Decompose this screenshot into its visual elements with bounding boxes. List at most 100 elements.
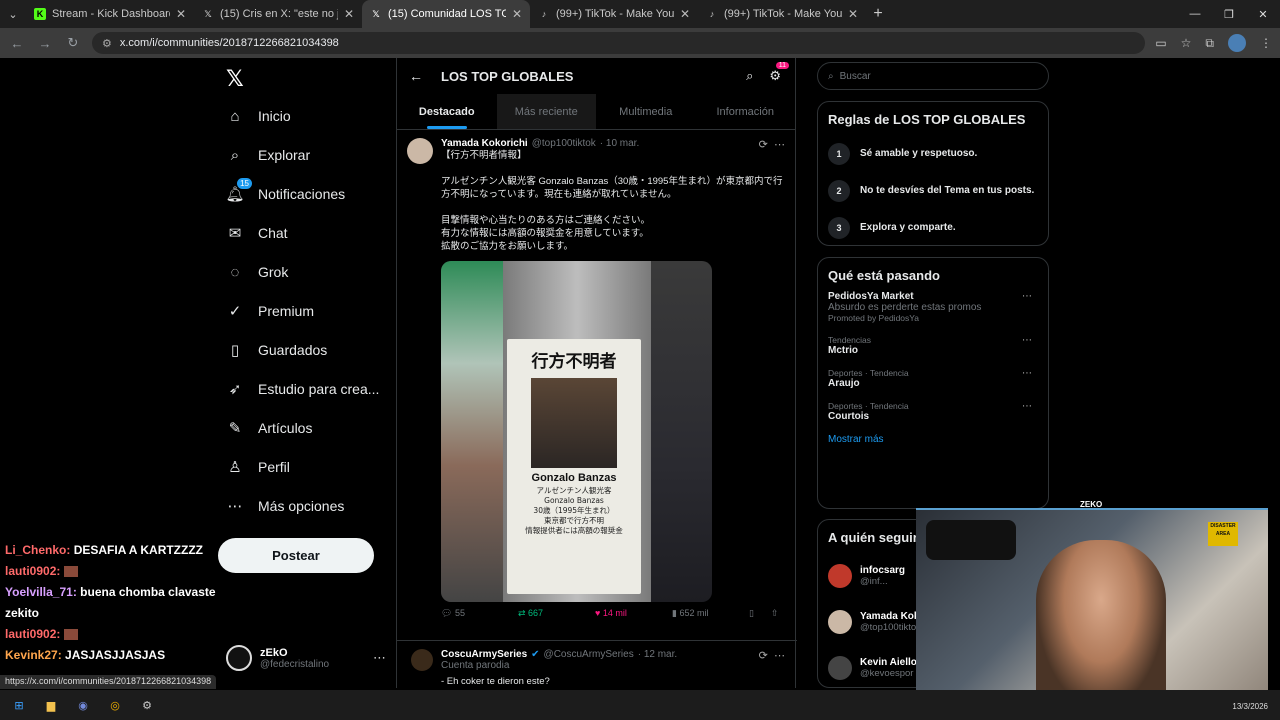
restore-icon[interactable]: ❐: [1212, 0, 1246, 28]
microphone-arm: [926, 520, 1016, 560]
forward-icon[interactable]: →: [36, 36, 54, 51]
post-button[interactable]: Postear: [218, 538, 374, 573]
url-input[interactable]: ⚙ x.com/i/communities/201871226682103439…: [92, 32, 1146, 54]
back-arrow-icon[interactable]: ←: [409, 68, 423, 84]
avatar[interactable]: [411, 649, 433, 671]
bell-icon: 🔔︎ 15: [225, 178, 252, 203]
close-tab-icon[interactable]: ✕: [680, 7, 690, 21]
avatar: [828, 564, 852, 588]
trend-item[interactable]: Deportes · Tendencia Araujo ⋯: [828, 368, 1038, 389]
browser-tabbar: ⌄ K Stream - Kick Dashboard ✕ 𝕏 (15) Cri…: [0, 0, 1280, 28]
more-icon[interactable]: ⋯: [1022, 368, 1032, 379]
disaster-area-sign: DISASTER AREA: [1208, 522, 1238, 546]
more-icon[interactable]: ⋯: [1022, 335, 1032, 346]
nav-item-premium[interactable]: ✓ Premium: [226, 296, 314, 326]
reload-icon[interactable]: ↻: [64, 35, 82, 51]
close-tab-icon[interactable]: ✕: [512, 7, 522, 21]
post-card[interactable]: Yamada Kokorichi @top100tiktok · 10 mar.…: [397, 130, 797, 610]
tab-search-icon[interactable]: ⌄: [0, 0, 26, 28]
bookmark-icon[interactable]: ▯: [749, 608, 771, 619]
nav-item-mas-opciones[interactable]: ⋯ Más opciones: [226, 491, 345, 521]
account-switcher[interactable]: zEkO @fedecristalino ⋯: [226, 638, 386, 678]
site-info-icon[interactable]: ⚙: [102, 37, 112, 50]
show-more-link[interactable]: Mostrar más: [828, 434, 1038, 445]
webcam-overlay: DISASTER AREA: [916, 508, 1268, 708]
close-tab-icon[interactable]: ✕: [176, 7, 186, 21]
taskbar: ⊞ ▆ ◉ ◎ ⚙: [0, 690, 1280, 720]
tiktok-icon: ♪: [541, 9, 547, 19]
emote-icon: [63, 566, 78, 578]
browser-tab-1[interactable]: K Stream - Kick Dashboard ✕: [26, 0, 194, 28]
trend-item[interactable]: PedidosYa Market Absurdo es perderte est…: [828, 291, 1038, 323]
avatar: [828, 610, 852, 634]
rocket-icon: ➶: [228, 381, 242, 398]
browser-tab-5[interactable]: ♪ (99+) TikTok - Make Your Day ✕: [698, 0, 866, 28]
link-preview-status: https://x.com/i/communities/201871226682…: [0, 675, 217, 689]
close-window-icon[interactable]: ✕: [1246, 0, 1280, 28]
chrome-icon[interactable]: ◎: [106, 696, 124, 714]
article-icon: ✎: [228, 420, 242, 437]
like-button[interactable]: ♥ 14 mil: [595, 608, 672, 619]
nav-item-guardados[interactable]: ▯ Guardados: [226, 335, 327, 365]
chat-message: Kevink27: JASJASJJASJAS: [5, 648, 166, 662]
nav-item-inicio[interactable]: ⌂ Inicio: [226, 101, 290, 131]
nav-item-chat[interactable]: ✉ Chat: [226, 218, 288, 248]
discord-icon[interactable]: ◉: [74, 696, 92, 714]
trend-item[interactable]: Deportes · Tendencia Courtois ⋯: [828, 401, 1038, 422]
person-icon: ♙: [228, 459, 242, 476]
windows-start-icon[interactable]: ⊞: [10, 696, 28, 714]
tab-informacion[interactable]: Información: [696, 94, 796, 129]
avatar[interactable]: [407, 138, 433, 164]
post-more-icon[interactable]: ⟳ ⋯: [759, 649, 785, 662]
rule-item: 1 Sé amable y respetuoso.: [828, 135, 1038, 172]
more-icon[interactable]: ⋯: [373, 650, 386, 666]
x-logo-icon[interactable]: 𝕏: [226, 66, 244, 92]
chat-message: Yoelvilla_71: buena chomba clavaste zeki…: [5, 585, 216, 620]
browser-tab-2[interactable]: 𝕏 (15) Cris en X: "este no jode ma ✕: [194, 0, 362, 28]
back-icon[interactable]: ←: [8, 36, 26, 51]
community-settings-icon[interactable]: ⚙ 11: [769, 62, 789, 84]
post-image[interactable]: 行方不明者 Gonzalo Banzas アルゼンチン人観光客 Gonzalo …: [441, 261, 712, 602]
kick-icon: K: [34, 8, 46, 20]
nav-item-explorar[interactable]: ⌕ Explorar: [226, 140, 310, 170]
tab-destacado[interactable]: Destacado: [397, 94, 497, 129]
nav-item-perfil[interactable]: ♙ Perfil: [226, 452, 290, 482]
cast-icon[interactable]: ▭: [1155, 36, 1166, 50]
search-input[interactable]: ⌕ Buscar: [817, 62, 1049, 90]
nav-item-articulos[interactable]: ✎ Artículos: [226, 413, 313, 443]
verified-icon: ✔: [531, 649, 540, 660]
minimize-icon[interactable]: —: [1178, 0, 1212, 28]
window-controls: — ❐ ✕: [1178, 0, 1280, 28]
nav-item-notificaciones[interactable]: 🔔︎ 15 Notificaciones: [225, 178, 345, 209]
app-icon[interactable]: ⚙: [138, 696, 156, 714]
new-tab-button[interactable]: +: [866, 0, 890, 28]
browser-menu-icon[interactable]: ⋮: [1260, 36, 1272, 50]
post-more-icon[interactable]: ⟳ ⋯: [759, 138, 785, 151]
community-tabs: Destacado Más reciente Multimedia Inform…: [397, 94, 795, 130]
file-explorer-icon[interactable]: ▆: [42, 696, 60, 714]
bookmark-star-icon[interactable]: ☆: [1181, 36, 1192, 50]
profile-avatar[interactable]: [1228, 34, 1246, 52]
reply-button[interactable]: 💬︎ 55: [441, 608, 518, 619]
tab-multimedia[interactable]: Multimedia: [596, 94, 696, 129]
community-header: ← LOS TOP GLOBALES ⌕ ⚙ 11: [397, 58, 795, 94]
post-card[interactable]: CoscuArmySeries ✔ @CoscuArmySeries · 12 …: [397, 640, 797, 696]
home-icon: ⌂: [230, 107, 240, 125]
stream-chat-overlay: Li_Chenko: DESAFIA A KARTZZZZ lauti0902:…: [0, 540, 230, 666]
trend-item[interactable]: Tendencias Mctrio ⋯: [828, 335, 1038, 356]
tab-mas-reciente[interactable]: Más reciente: [496, 94, 596, 129]
nav-item-grok[interactable]: ◌ Grok: [226, 257, 289, 287]
close-tab-icon[interactable]: ✕: [848, 7, 858, 21]
more-icon[interactable]: ⋯: [1022, 401, 1032, 412]
repost-button[interactable]: ⇄ 667: [518, 608, 595, 619]
more-icon[interactable]: ⋯: [1022, 291, 1032, 302]
nav-item-estudio[interactable]: ➶ Estudio para crea...: [226, 374, 380, 404]
search-icon[interactable]: ⌕: [746, 68, 753, 84]
extensions-icon[interactable]: ⧉: [1205, 36, 1214, 51]
share-icon[interactable]: ⇧: [771, 608, 785, 619]
browser-tab-4[interactable]: ♪ (99+) TikTok - Make Your Day ✕: [530, 0, 698, 28]
close-tab-icon[interactable]: ✕: [344, 7, 354, 21]
browser-tab-3[interactable]: 𝕏 (15) Comunidad LOS TOP GLOB ✕: [362, 0, 530, 28]
views-button[interactable]: ▮ 652 mil: [672, 608, 749, 619]
x-logo-icon: 𝕏: [372, 8, 380, 19]
